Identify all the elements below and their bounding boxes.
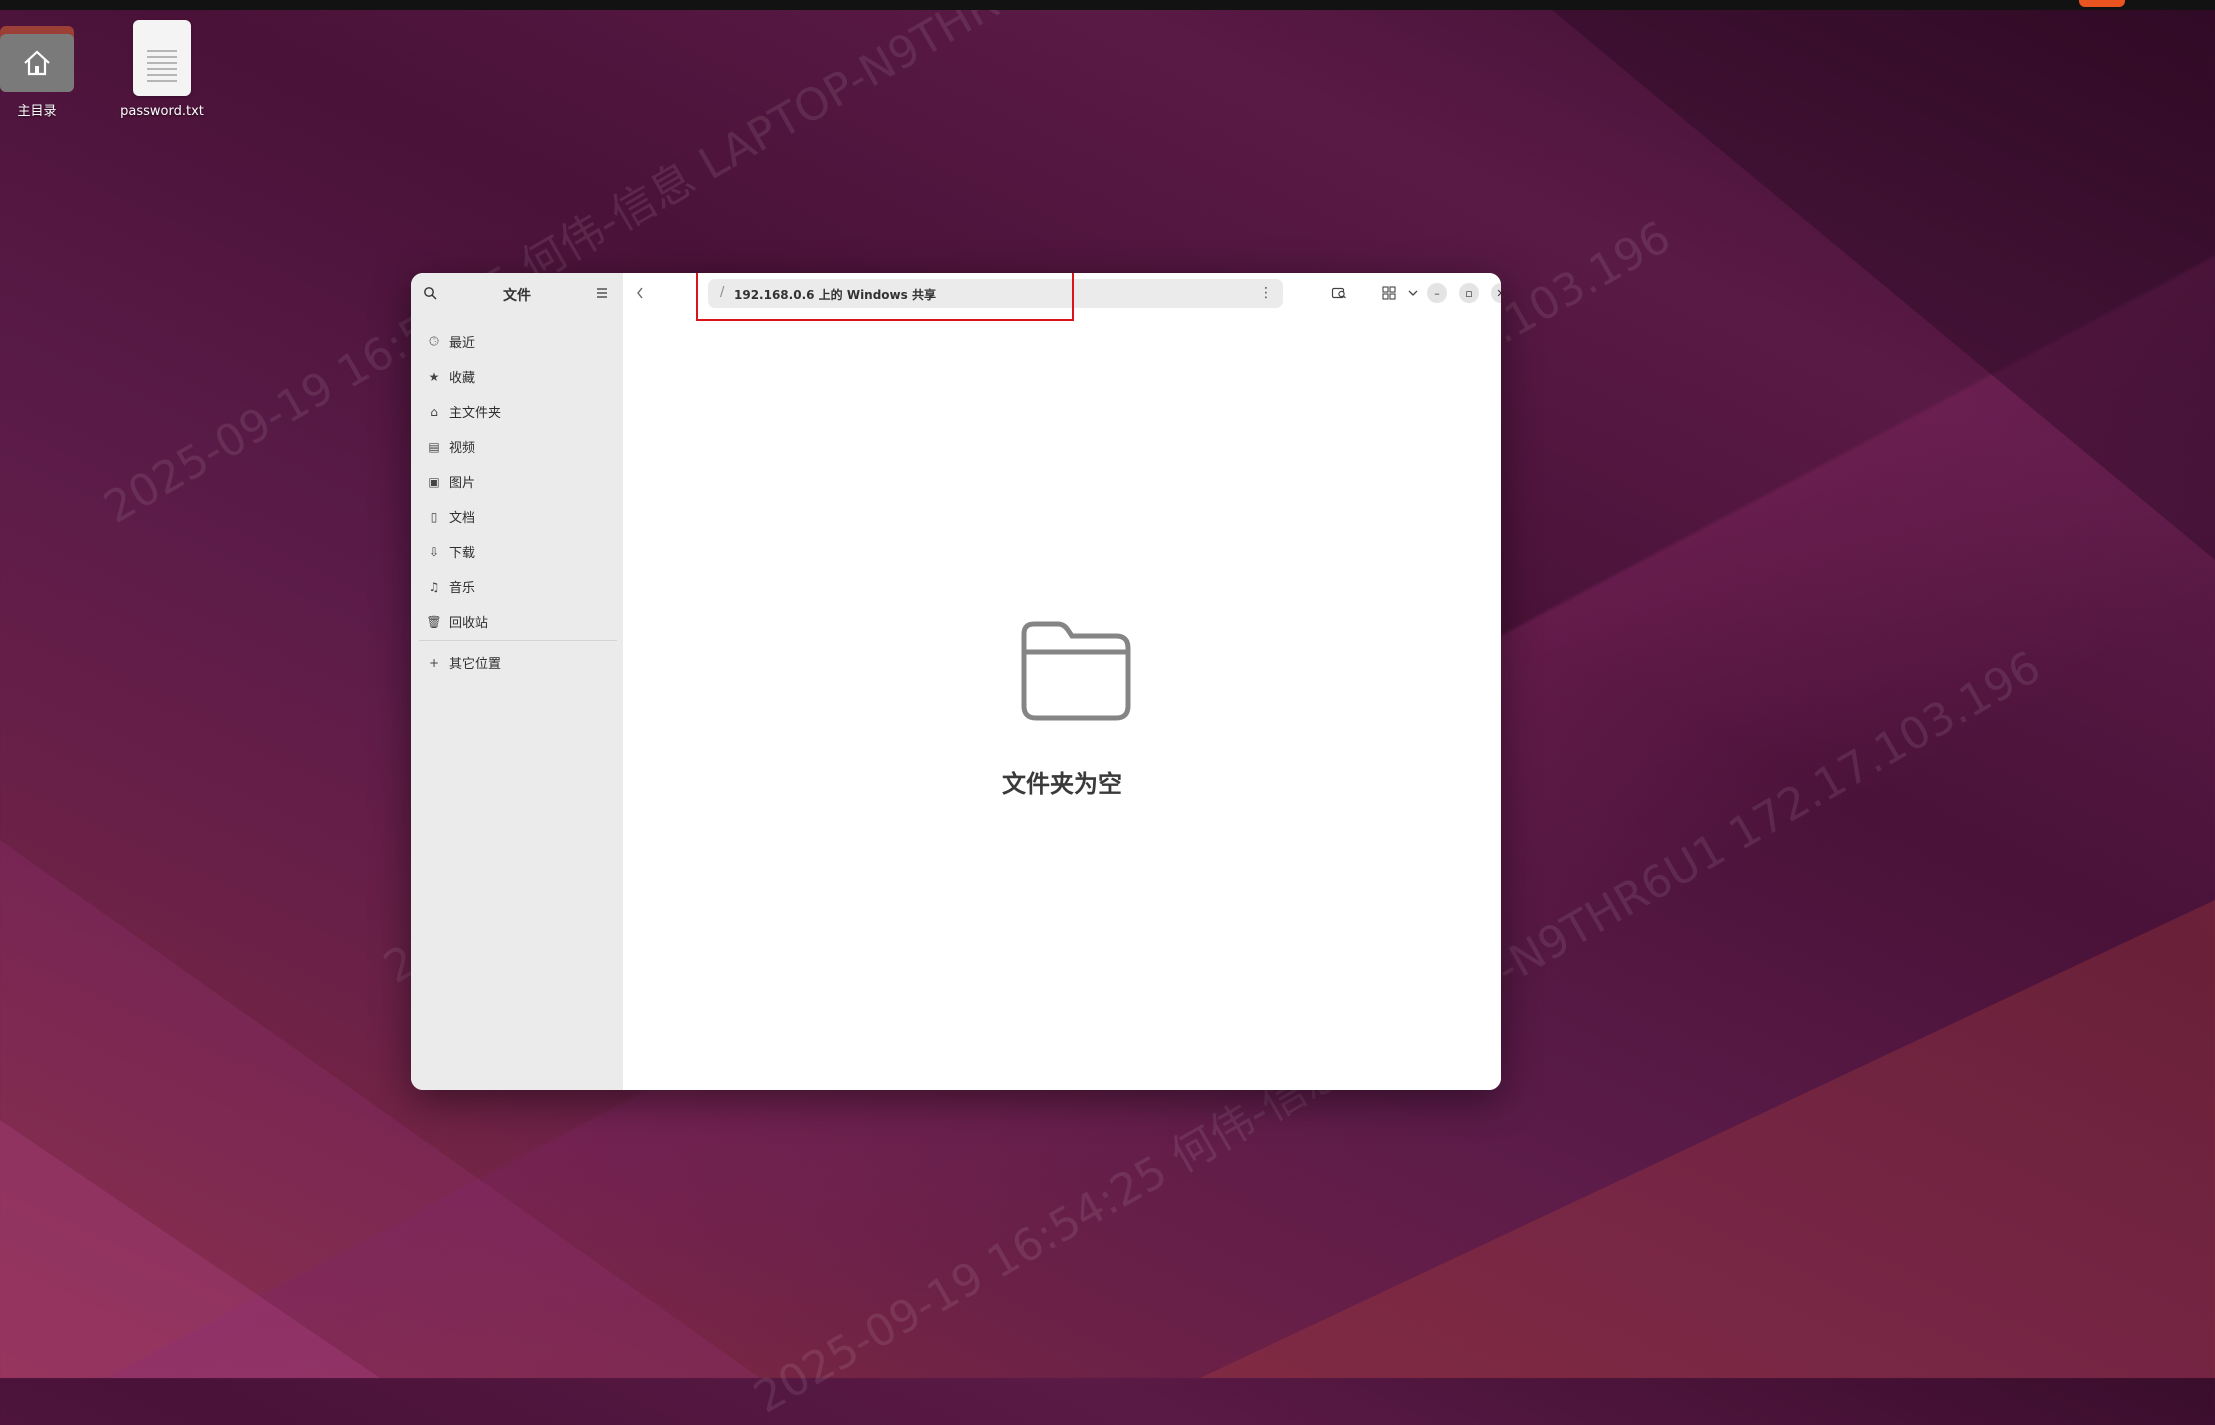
more-options-icon[interactable]: ⋮	[1259, 285, 1273, 301]
sidebar-item-other-locations[interactable]: + 其它位置	[411, 645, 623, 680]
download-icon: ⇩	[428, 544, 440, 559]
sidebar-item-music[interactable]: ♫ 音乐	[411, 569, 623, 604]
sidebar-item-recent[interactable]: 🕓︎ 最近	[411, 324, 623, 359]
text-file-icon	[133, 20, 191, 96]
sidebar-item-trash[interactable]: 🗑︎ 回收站	[411, 604, 623, 639]
hamburger-menu-icon[interactable]	[595, 286, 609, 300]
sidebar-item-label: 图片	[449, 476, 476, 491]
sidebar: 文件 🕓︎ 最近 ★ 收藏 ⌂ 主文件夹 ▤ 视频 ▣ 图片 ▯ 文档 ⇩ 下载…	[411, 273, 623, 1090]
home-icon: ⌂	[430, 404, 438, 419]
sidebar-item-home[interactable]: ⌂ 主文件夹	[411, 394, 623, 429]
desktop-password-file[interactable]: password.txt	[107, 20, 217, 119]
minimize-button[interactable]: –	[1427, 283, 1447, 303]
main-content: / 192.168.0.6 上的 Windows 共享 ⋮ – ▫ ✕ 文件夹为…	[623, 273, 1501, 1090]
sidebar-item-pictures[interactable]: ▣ 图片	[411, 464, 623, 499]
close-button[interactable]: ✕	[1491, 283, 1501, 303]
plus-icon: +	[428, 655, 440, 670]
image-icon: ▣	[428, 474, 440, 489]
chevron-left-icon	[637, 287, 643, 299]
search-folder-icon[interactable]	[1329, 283, 1349, 303]
home-folder-icon	[0, 22, 74, 92]
sidebar-divider	[419, 640, 617, 641]
annotation-highlight	[696, 273, 1074, 321]
trash-icon: 🗑︎	[426, 614, 442, 629]
sidebar-item-label: 其它位置	[449, 657, 502, 672]
top-panel	[0, 0, 2215, 10]
sidebar-places: 🕓︎ 最近 ★ 收藏 ⌂ 主文件夹 ▤ 视频 ▣ 图片 ▯ 文档 ⇩ 下载 ♫ …	[411, 324, 623, 639]
sidebar-title: 文件	[503, 288, 531, 304]
sidebar-item-label: 视频	[449, 441, 476, 456]
desktop-icon-label: password.txt	[120, 104, 204, 119]
maximize-button[interactable]: ▫	[1459, 283, 1479, 303]
grid-view-icon[interactable]	[1379, 283, 1399, 303]
sidebar-item-label: 文档	[449, 511, 476, 526]
music-icon: ♫	[428, 579, 440, 594]
sidebar-item-label: 下载	[449, 546, 476, 561]
back-button[interactable]	[635, 285, 649, 303]
sidebar-item-downloads[interactable]: ⇩ 下载	[411, 534, 623, 569]
sidebar-item-starred[interactable]: ★ 收藏	[411, 359, 623, 394]
sidebar-item-label: 音乐	[449, 581, 476, 596]
sidebar-header: 文件	[411, 273, 623, 315]
document-icon: ▯	[430, 509, 438, 524]
empty-folder-icon	[1021, 621, 1131, 721]
sidebar-item-label: 最近	[449, 336, 476, 351]
panel-indicator[interactable]	[2079, 0, 2125, 7]
sidebar-item-documents[interactable]: ▯ 文档	[411, 499, 623, 534]
star-icon: ★	[428, 369, 440, 384]
desktop-home-folder[interactable]: 主目录	[0, 22, 92, 119]
sidebar-item-videos[interactable]: ▤ 视频	[411, 429, 623, 464]
sidebar-item-label: 主文件夹	[449, 406, 502, 421]
file-manager-window: 文件 🕓︎ 最近 ★ 收藏 ⌂ 主文件夹 ▤ 视频 ▣ 图片 ▯ 文档 ⇩ 下载…	[411, 273, 1501, 1090]
sidebar-item-label: 收藏	[449, 371, 476, 386]
desktop-icon-label: 主目录	[17, 104, 57, 119]
sidebar-item-label: 回收站	[449, 616, 489, 631]
chevron-down-icon[interactable]	[1403, 283, 1423, 303]
clock-icon: 🕓︎	[429, 334, 439, 348]
film-icon: ▤	[428, 439, 440, 454]
empty-folder-message: 文件夹为空	[1002, 770, 1122, 798]
sidebar-other-section: + 其它位置	[411, 645, 623, 680]
